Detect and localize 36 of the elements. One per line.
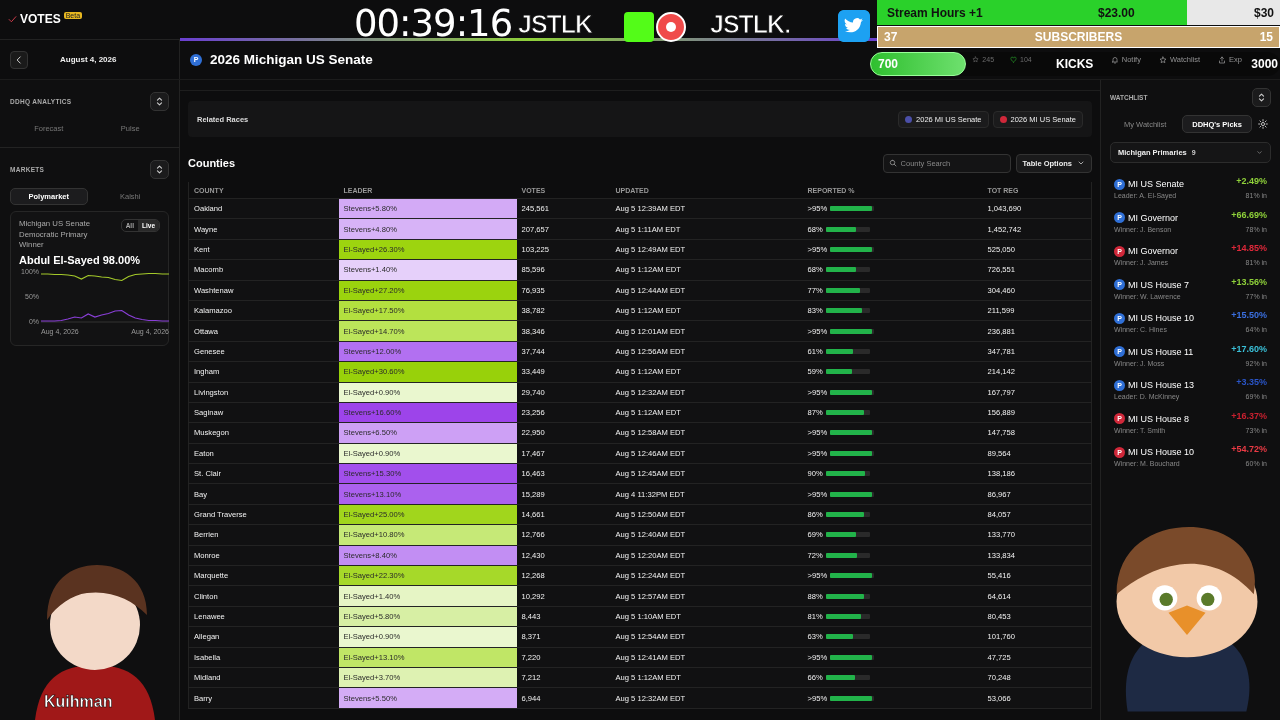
date-label: August 4, 2026 bbox=[60, 55, 117, 64]
change-percent: +17.60% bbox=[1231, 343, 1267, 356]
race-name[interactable]: MI US Senate bbox=[1128, 179, 1185, 189]
stream-timer: 00:39:16 bbox=[354, 2, 513, 45]
change-percent: +66.69% bbox=[1231, 209, 1267, 222]
goal-value: $23.00 bbox=[1098, 5, 1135, 20]
section-title: Counties bbox=[188, 157, 237, 169]
goal-count: 37 bbox=[884, 30, 898, 44]
app-logo: VOTES bbox=[20, 12, 61, 26]
stream-logo: JSTLK bbox=[518, 10, 593, 39]
goal-target: 3000 bbox=[1251, 57, 1278, 71]
race-name[interactable]: MI US House 7 bbox=[1128, 279, 1190, 290]
goal-target: $30 bbox=[1253, 5, 1274, 20]
goal-label: SUBSCRIBERS bbox=[1034, 30, 1123, 44]
race-name[interactable]: MI US House 11 bbox=[1128, 346, 1194, 357]
goal-target: 15 bbox=[1259, 30, 1273, 44]
goal-label: Stream Hours +1 bbox=[887, 5, 983, 20]
streamer-name: Kuihman bbox=[44, 693, 113, 711]
race-name[interactable]: MI Governor bbox=[1128, 212, 1178, 223]
change-percent: +15.50% bbox=[1231, 310, 1267, 322]
race-name[interactable]: MI US House 13 bbox=[1128, 380, 1195, 390]
change-percent: +14.85% bbox=[1231, 243, 1267, 255]
race-title: 2026 Michigan US Senate bbox=[210, 52, 373, 67]
change-percent: +54.72% bbox=[1231, 444, 1267, 456]
race-name[interactable]: MI US House 10 bbox=[1128, 447, 1195, 457]
stream-logo: JSTLK. bbox=[710, 10, 791, 39]
goal-count: 700 bbox=[878, 57, 899, 71]
goal-label: KICKS bbox=[1056, 57, 1094, 71]
change-percent: +3.35% bbox=[1236, 377, 1267, 389]
race-name[interactable]: MI Governor bbox=[1128, 246, 1178, 256]
change-percent: +16.37% bbox=[1231, 410, 1267, 423]
change-percent: +2.49% bbox=[1236, 176, 1267, 188]
change-percent: +13.56% bbox=[1231, 276, 1267, 289]
market-headline: Abdul El-Sayed 98.00% bbox=[19, 253, 142, 266]
race-name[interactable]: MI US House 10 bbox=[1128, 313, 1195, 323]
race-name[interactable]: MI US House 8 bbox=[1128, 413, 1190, 424]
